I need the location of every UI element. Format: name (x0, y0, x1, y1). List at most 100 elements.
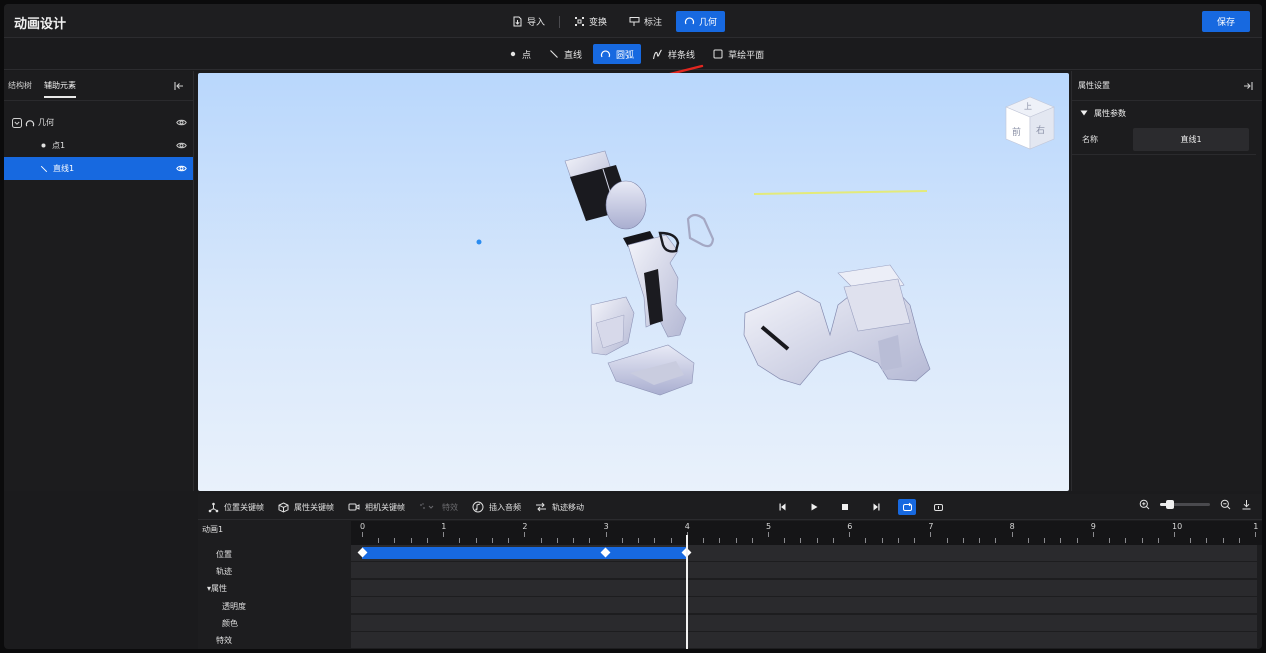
ruler-minor-tick (1109, 538, 1111, 543)
ruler-tick-label: 8 (1009, 522, 1015, 531)
property-keyframe-button[interactable]: 属性关键帧 (278, 499, 334, 515)
view-cube[interactable]: 上 前 右 (1005, 96, 1055, 150)
eye-icon[interactable] (176, 140, 187, 151)
tree-item-label: 直线1 (53, 164, 75, 173)
insert-audio-button[interactable]: 插入音频 (472, 499, 521, 515)
ruler-minor-tick (1222, 538, 1224, 543)
property-section-header[interactable]: 属性参数 (1072, 101, 1262, 125)
track-color[interactable] (351, 615, 1257, 631)
ruler-minor-tick (1125, 538, 1127, 543)
track-opacity[interactable] (351, 597, 1257, 613)
ruler-minor-tick (1044, 538, 1046, 543)
line-tool-button[interactable]: 直线 (542, 44, 589, 64)
eye-icon[interactable] (176, 163, 187, 174)
tab-structure-tree[interactable]: 结构树 (8, 76, 32, 95)
line-tool-label: 直线 (564, 50, 583, 61)
tree-item-geometry[interactable]: 几何 (4, 111, 193, 134)
tab-auxiliary-elements[interactable]: 辅助元素 (44, 76, 76, 98)
ruler-tick-label: 10 (1172, 522, 1183, 531)
track-label-opacity[interactable]: 透明度 (222, 601, 246, 612)
expand-toggle-icon[interactable] (12, 117, 22, 128)
ruler-tick-label: 1 (441, 522, 447, 531)
track-label-effects[interactable]: 特效 (216, 635, 232, 646)
sketch-plane-button[interactable]: 草绘平面 (706, 44, 771, 64)
sketch-plane-label: 草绘平面 (728, 50, 765, 61)
zoom-slider-handle[interactable] (1166, 500, 1174, 509)
ruler-major-tick (768, 532, 769, 537)
housing-part[interactable] (743, 264, 931, 386)
geometry-button[interactable]: 几何 (676, 11, 726, 32)
previous-frame-button[interactable] (774, 499, 792, 515)
annotate-label: 标注 (644, 18, 663, 28)
track-label-position[interactable]: 位置 (216, 549, 232, 560)
zoom-in-icon[interactable] (1139, 499, 1150, 510)
3d-viewport[interactable]: 上 前 右 (198, 73, 1069, 491)
position-keyframe-label: 位置关键帧 (224, 502, 264, 512)
arc-icon (25, 119, 35, 126)
timeline-tracks[interactable]: 0 1 2 3 4 5 6 7 8 9 10 1 (351, 521, 1262, 649)
eye-icon[interactable] (176, 117, 187, 128)
track-trajectory[interactable] (351, 562, 1257, 578)
annotate-button[interactable]: 标注 (621, 11, 670, 32)
position-keyframe-icon (208, 502, 219, 512)
track-label-attributes[interactable]: ▾属性 (207, 583, 227, 594)
transform-label: 变换 (589, 18, 608, 28)
track-label-color[interactable]: 颜色 (222, 618, 238, 629)
transform-button[interactable]: 变换 (566, 11, 615, 32)
play-button[interactable] (805, 499, 823, 515)
timeline-ruler[interactable]: 0 1 2 3 4 5 6 7 8 9 10 1 (351, 521, 1262, 545)
loop-once-button[interactable] (929, 499, 947, 515)
ruler-minor-tick (410, 538, 412, 543)
effect-button[interactable]: 特效 (419, 499, 458, 515)
point-tool-button[interactable]: 点 (502, 44, 538, 64)
track-effects[interactable] (351, 632, 1257, 648)
next-frame-button[interactable] (867, 499, 885, 515)
loop-icon (902, 502, 912, 511)
ruler-minor-tick (459, 538, 461, 543)
trajectory-move-button[interactable]: 轨迹移动 (535, 499, 584, 515)
track-attributes[interactable] (351, 580, 1257, 596)
keyframe-segment[interactable] (362, 547, 687, 559)
ruler-minor-tick (394, 538, 396, 543)
track-label-trajectory[interactable]: 轨迹 (216, 566, 232, 577)
import-button[interactable]: 导入 (504, 11, 553, 32)
arc-icon (600, 49, 611, 57)
view-cube-top-label: 上 (1024, 102, 1032, 111)
property-keyframe-label: 属性关键帧 (294, 502, 334, 512)
gasket-part[interactable] (686, 213, 715, 248)
tree-item-line1[interactable]: 直线1 (4, 157, 193, 180)
arc-tool-button[interactable]: 圆弧 (593, 44, 642, 64)
position-keyframe-button[interactable]: 位置关键帧 (208, 499, 264, 515)
loop-button[interactable] (898, 499, 916, 515)
zoom-slider[interactable] (1160, 500, 1210, 509)
dot-icon (510, 51, 516, 57)
ruler-minor-tick (897, 538, 899, 543)
ruler-minor-tick (670, 538, 672, 543)
left-panel: 结构树 辅助元素 几何 点1 直线1 (4, 71, 194, 491)
download-icon[interactable] (1241, 499, 1252, 510)
ruler-tick-label: 0 (360, 522, 366, 531)
plane-icon (713, 49, 723, 59)
line1-geometry[interactable] (753, 190, 928, 195)
ruler-tick-label: 7 (928, 522, 934, 531)
dot-icon (41, 143, 46, 148)
point1-marker[interactable] (476, 239, 482, 245)
stop-button[interactable] (836, 499, 854, 515)
chuck-part[interactable] (564, 150, 647, 230)
ruler-minor-tick (1027, 538, 1029, 543)
spline-tool-button[interactable]: 样条线 (645, 44, 702, 64)
save-button[interactable]: 保存 (1202, 11, 1250, 32)
camera-keyframe-button[interactable]: 相机关键帧 (348, 499, 405, 515)
track-position[interactable] (351, 545, 1257, 561)
collapse-right-icon[interactable] (1242, 80, 1254, 92)
zoom-out-icon[interactable] (1220, 499, 1231, 510)
collapse-left-icon[interactable] (173, 80, 185, 92)
transform-icon (575, 17, 585, 26)
ruler-tick-label: 1 (1253, 522, 1259, 531)
name-field-input[interactable]: 直线1 (1133, 128, 1249, 151)
ruler-tick-label: 5 (766, 522, 772, 531)
tree-item-point1[interactable]: 点1 (4, 134, 193, 157)
playhead[interactable] (685, 535, 688, 649)
ruler-minor-tick (719, 538, 721, 543)
point-tool-label: 点 (522, 50, 532, 61)
